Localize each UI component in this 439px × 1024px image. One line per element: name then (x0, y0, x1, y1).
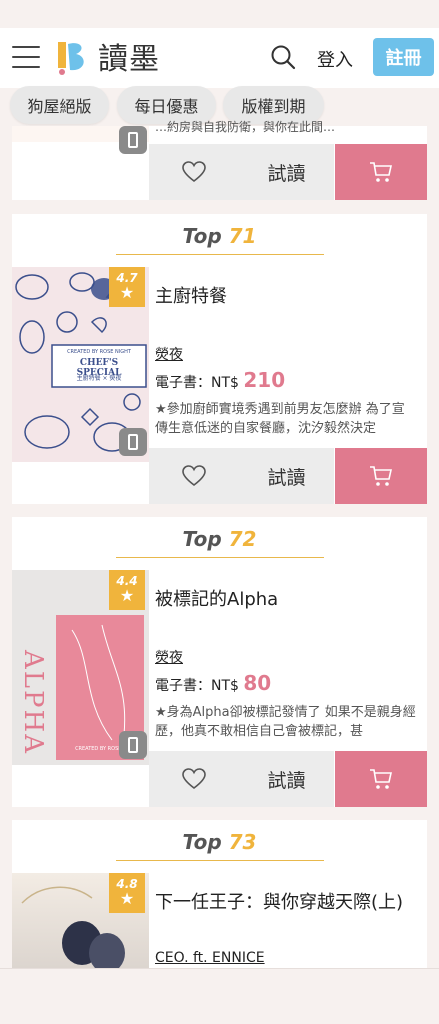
add-to-cart-button[interactable] (335, 751, 427, 807)
rank-heading: Top 72 (182, 527, 257, 551)
book-title[interactable]: 主廚特餐 (155, 282, 227, 308)
book-title[interactable]: 被標記的Alpha (155, 585, 278, 611)
rating-badge: 4.8 ★ (109, 873, 145, 913)
cart-icon (370, 466, 392, 486)
book-card-rank-73[interactable]: Top 73 4.8 ★ 下一任王子：與你穿越天際(上) CEO. ft. ENN… (12, 820, 427, 968)
book-card-partial: …約房與自我防衛，與你在此間… 試讀 (12, 120, 427, 200)
cover-title: ALPHA (18, 650, 48, 755)
rank-divider (116, 557, 324, 558)
rank-divider (116, 254, 324, 255)
rank-divider (116, 860, 324, 861)
site-header: 讀墨 登入 註冊 (0, 28, 439, 88)
login-link[interactable]: 登入 (317, 46, 353, 72)
cart-icon (370, 769, 392, 789)
category-pill-out-of-print[interactable]: 狗屋絕版 (10, 86, 109, 124)
book-author[interactable]: 熒夜 (155, 647, 183, 667)
add-to-cart-button[interactable] (335, 144, 427, 200)
star-icon: ★ (119, 889, 135, 908)
book-description: ★身為Alpha卻被標記發情了 如果不是親身經歷，他真不敢相信自己會被標記，甚 (155, 705, 416, 739)
favorite-button[interactable] (149, 144, 239, 200)
book-author[interactable]: CEO. ft. ENNICE (155, 950, 265, 966)
star-icon: ★ (119, 283, 135, 302)
book-description: …約房與自我防衛，與你在此間… (155, 120, 336, 134)
book-title[interactable]: 下一任王子：與你穿越天際(上) (155, 888, 403, 914)
logo-mark-icon (52, 36, 94, 76)
rating-badge: 4.4 ★ (109, 570, 145, 610)
heart-icon (182, 465, 206, 487)
book-actions: 試讀 (149, 751, 427, 807)
favorite-button[interactable] (149, 448, 239, 504)
book-card-rank-71[interactable]: Top 71 CREATED BY ROSE NIGHT CHEF'S SPEC… (12, 214, 427, 504)
bottom-bar (0, 968, 439, 1024)
book-actions: 試讀 (149, 448, 427, 504)
cart-icon (370, 162, 392, 182)
trial-read-button[interactable]: 試讀 (239, 448, 334, 504)
cover-subtitle: 主廚特餐 × 熒夜 (76, 375, 122, 382)
star-icon: ★ (119, 586, 135, 605)
menu-icon[interactable] (12, 46, 40, 68)
book-price: 電子書：NT$ 80 (155, 671, 272, 695)
logo-text: 讀墨 (98, 42, 160, 77)
ebook-phone-icon (119, 731, 147, 759)
trial-read-button[interactable]: 試讀 (239, 144, 334, 200)
category-pill-daily-deals[interactable]: 每日優惠 (117, 86, 216, 124)
trial-read-button[interactable]: 試讀 (239, 751, 334, 807)
book-actions: 試讀 (149, 144, 427, 200)
category-pill-expired-rights[interactable]: 版權到期 (223, 86, 324, 124)
search-icon[interactable] (270, 44, 296, 70)
heart-icon (182, 161, 206, 183)
rank-heading: Top 71 (182, 224, 257, 248)
book-card-rank-72[interactable]: Top 72 ALPHA CREATED BY ROSE NIGHT 4.4 ★ … (12, 517, 427, 807)
heart-icon (182, 768, 206, 790)
book-price: 電子書：NT$ 210 (155, 368, 286, 392)
ebook-phone-icon (119, 428, 147, 456)
add-to-cart-button[interactable] (335, 448, 427, 504)
favorite-button[interactable] (149, 751, 239, 807)
site-logo[interactable]: 讀墨 (52, 36, 160, 77)
ebook-phone-icon (119, 126, 147, 154)
rank-heading: Top 73 (182, 830, 257, 854)
register-button[interactable]: 註冊 (373, 38, 434, 76)
cover-credit: CREATED BY ROSE NIGHT (67, 349, 131, 355)
book-author[interactable]: 熒夜 (155, 344, 183, 364)
book-description: ★參加廚師實境秀遇到前男友怎麼辦 為了宣傳生意低迷的自家餐廳，沈汐毅然決定 (155, 402, 405, 436)
rating-badge: 4.7 ★ (109, 267, 145, 307)
